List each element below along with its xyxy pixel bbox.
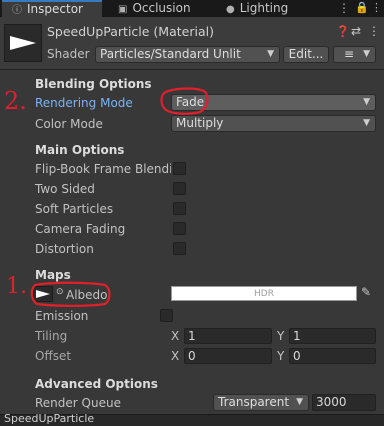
advanced-options-heading: Advanced Options: [35, 377, 158, 391]
material-preview-thumbnail: [4, 24, 42, 62]
footer-label: SpeedUpParticle: [4, 412, 95, 425]
tiling-y-input[interactable]: 1: [289, 328, 376, 344]
color-mode-label: Color Mode: [35, 117, 103, 131]
annotation-number-one: 1.: [6, 274, 27, 299]
tab-lighting[interactable]: ● Lighting: [226, 0, 326, 17]
tab-occlusion[interactable]: ▣ Occlusion: [118, 0, 218, 17]
eyedropper-icon[interactable]: ✎: [361, 285, 371, 299]
texture-preview-icon: [36, 290, 50, 298]
tab-inspector[interactable]: ⓘ Inspector: [2, 0, 102, 17]
soft-particles-checkbox[interactable]: [173, 202, 186, 215]
flip-book-checkbox[interactable]: [173, 162, 186, 175]
maps-heading: Maps: [35, 268, 71, 282]
rendering-mode-label: Rendering Mode: [35, 96, 133, 110]
help-icon[interactable]: ❓: [336, 25, 350, 38]
list-icon: ≡: [344, 47, 355, 61]
offset-x-axis-label: X: [171, 349, 180, 363]
flip-book-label: Flip-Book Frame Blendin: [35, 162, 171, 176]
two-sided-checkbox[interactable]: [173, 182, 186, 195]
tab-menu-icon[interactable]: ⋮: [338, 1, 350, 15]
shader-list-button[interactable]: ≡ ▼: [333, 46, 376, 63]
emission-checkbox[interactable]: [160, 309, 173, 322]
shader-edit-button[interactable]: Edit...: [283, 46, 329, 63]
context-menu-icon[interactable]: ⋮: [368, 24, 380, 38]
shader-label: Shader: [47, 47, 90, 61]
render-queue-number-input[interactable]: 3000: [312, 394, 376, 411]
more-icon[interactable]: ⋮: [371, 1, 382, 14]
albedo-label: Albedo: [66, 288, 108, 302]
shader-dropdown[interactable]: Particles/Standard Unlit ▼: [95, 46, 280, 63]
render-queue-label: Render Queue: [35, 396, 121, 410]
chevron-down-icon: ▼: [363, 49, 370, 59]
preview-footer: SpeedUpParticle: [0, 412, 384, 426]
emission-label: Emission: [35, 309, 89, 323]
occlusion-icon: ▣: [118, 4, 128, 15]
main-options-heading: Main Options: [35, 143, 125, 157]
albedo-texture-slot[interactable]: [33, 286, 53, 302]
distortion-checkbox[interactable]: [173, 242, 186, 255]
chevron-down-icon: ▼: [296, 397, 303, 407]
blending-options-heading: Blending Options: [35, 77, 152, 91]
soft-particles-label: Soft Particles: [35, 202, 114, 216]
offset-x-input[interactable]: 0: [184, 348, 272, 364]
tiling-y-axis-label: Y: [277, 329, 285, 343]
chevron-down-icon: ▼: [363, 97, 370, 107]
material-preview-icon: [10, 36, 36, 50]
chevron-down-icon: ▼: [363, 118, 370, 128]
tiling-label: Tiling: [35, 329, 68, 343]
tiling-x-input[interactable]: 1: [184, 328, 272, 344]
two-sided-label: Two Sided: [35, 182, 95, 196]
info-icon: ⓘ: [12, 5, 22, 16]
material-title: SpeedUpParticle (Material): [47, 24, 214, 39]
offset-y-axis-label: Y: [277, 349, 285, 363]
object-picker-icon[interactable]: ⊙: [56, 287, 64, 297]
render-queue-dropdown[interactable]: Transparent ▼: [213, 394, 309, 411]
camera-fading-label: Camera Fading: [35, 222, 126, 236]
color-mode-dropdown[interactable]: Multiply ▼: [171, 115, 376, 132]
albedo-color-field[interactable]: HDR: [171, 286, 357, 301]
chevron-down-icon: ▼: [267, 49, 274, 59]
distortion-label: Distortion: [35, 242, 94, 256]
offset-y-input[interactable]: 0: [289, 348, 376, 364]
rendering-mode-dropdown[interactable]: Fade ▼: [171, 94, 376, 111]
tiling-x-axis-label: X: [171, 329, 180, 343]
offset-label: Offset: [35, 349, 72, 363]
lightbulb-icon: ●: [226, 4, 235, 15]
annotation-number-two: 2.: [4, 87, 27, 115]
camera-fading-checkbox[interactable]: [173, 222, 186, 235]
lock-icon[interactable]: 🔒: [355, 1, 369, 14]
preset-icon[interactable]: ⇄: [351, 24, 361, 38]
